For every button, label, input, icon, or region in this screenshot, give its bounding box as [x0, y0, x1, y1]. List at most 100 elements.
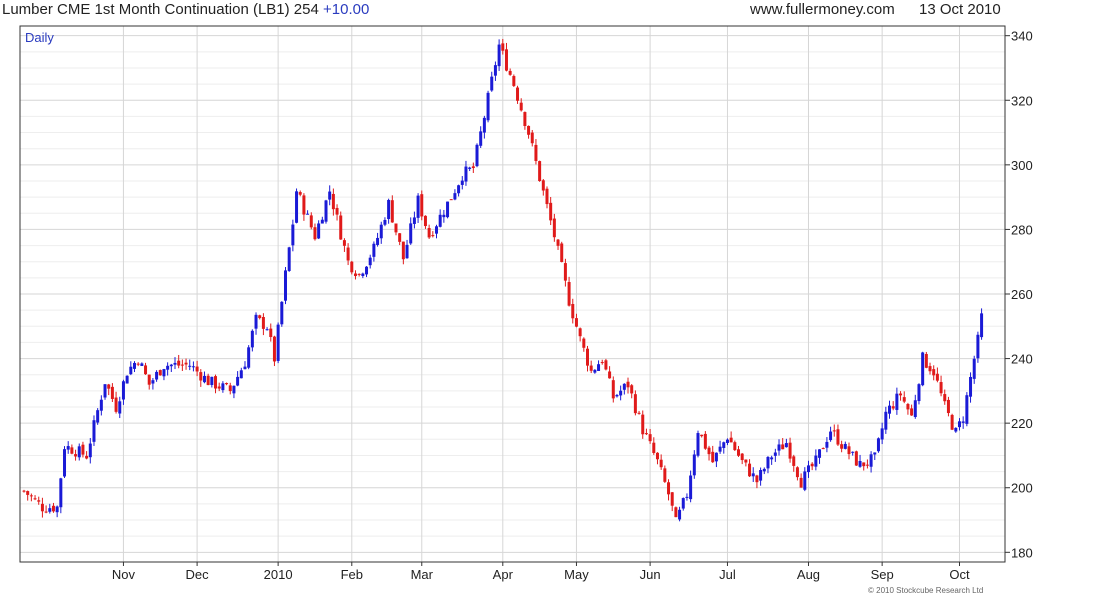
x-tick-label: Sep — [871, 567, 894, 582]
candle-body — [512, 76, 516, 86]
candle-body — [110, 386, 114, 399]
candle-body — [361, 273, 365, 276]
candle-body — [847, 446, 851, 455]
candle-body — [873, 452, 877, 455]
candle-body — [22, 490, 26, 492]
candle-body — [729, 437, 733, 443]
candle-body — [162, 369, 166, 377]
candle-body — [379, 224, 383, 239]
candle-body — [523, 112, 527, 126]
candle-body — [96, 410, 100, 423]
candle-body — [759, 470, 763, 481]
candle-body — [501, 43, 505, 51]
candle-body — [324, 200, 328, 222]
candle-body — [320, 219, 324, 224]
candle-body — [173, 362, 177, 365]
candle-body — [434, 226, 438, 234]
candle-body — [272, 336, 276, 362]
candle-body — [578, 328, 582, 337]
candle-body — [552, 218, 556, 238]
y-tick-label: 300 — [1011, 158, 1033, 173]
candle-body — [615, 395, 619, 397]
period-label: Daily — [25, 30, 54, 45]
candle-body — [195, 366, 199, 372]
candle-body — [678, 509, 682, 520]
candle-body — [980, 313, 984, 338]
y-tick-label: 180 — [1011, 545, 1033, 560]
candle-body — [932, 369, 936, 376]
candle-body — [331, 193, 335, 210]
candle-body — [287, 247, 291, 271]
candle-body — [453, 193, 457, 200]
y-tick-label: 320 — [1011, 93, 1033, 108]
candle-body — [103, 384, 107, 398]
candle-body — [597, 364, 601, 371]
candle-body — [158, 370, 162, 376]
candle-body — [254, 314, 258, 329]
y-tick-label: 240 — [1011, 352, 1033, 367]
candle-body — [792, 456, 796, 466]
candle-body — [66, 446, 70, 450]
candle-body — [663, 468, 667, 482]
candle-body — [59, 478, 63, 508]
y-tick-label: 220 — [1011, 416, 1033, 431]
candle-body — [423, 215, 427, 227]
candle-body — [685, 496, 689, 498]
candle-body — [398, 233, 402, 242]
candle-body — [118, 401, 122, 414]
candle-body — [858, 460, 862, 467]
x-tick-label: 2010 — [264, 567, 293, 582]
y-tick-label: 340 — [1011, 29, 1033, 44]
candle-body — [884, 411, 888, 430]
candle-body — [527, 125, 531, 135]
candle-body — [468, 167, 472, 169]
candle-body — [427, 228, 431, 238]
candle-body — [169, 364, 173, 367]
candle-body — [166, 365, 170, 370]
candle-body — [869, 454, 873, 467]
x-tick-label: Apr — [493, 567, 514, 582]
candle-body — [818, 449, 822, 458]
candle-body — [641, 414, 645, 435]
candle-body — [236, 376, 240, 386]
candle-body — [770, 457, 774, 460]
candle-body — [217, 386, 221, 389]
candle-body — [969, 376, 973, 397]
candle-body — [832, 430, 836, 432]
candle-body — [545, 188, 549, 205]
candle-body — [659, 459, 663, 468]
candle-body — [232, 385, 236, 394]
candle-body — [55, 506, 59, 513]
candle-body — [924, 353, 928, 368]
x-tick-label: Jun — [640, 567, 661, 582]
candle-body — [92, 420, 96, 442]
candle-body — [372, 243, 376, 257]
candle-body — [644, 433, 648, 435]
candle-body — [353, 273, 357, 277]
candle-body — [696, 433, 700, 456]
candle-body — [888, 405, 892, 414]
candle-body — [81, 444, 85, 455]
candle-body — [854, 451, 858, 466]
candle-body — [574, 318, 578, 327]
candle-body — [350, 261, 354, 273]
candle-body — [582, 338, 586, 348]
candle-body — [40, 503, 44, 512]
candle-body — [409, 223, 413, 244]
candle-body — [471, 166, 475, 169]
candle-body — [493, 65, 497, 76]
candle-body — [619, 390, 623, 396]
candle-body — [26, 491, 30, 495]
candle-body — [744, 459, 748, 463]
candle-body — [504, 49, 508, 71]
candle-body — [479, 131, 483, 146]
candle-body — [637, 412, 641, 414]
candle-body — [221, 383, 225, 391]
candle-body — [51, 505, 55, 512]
candle-body — [972, 358, 976, 379]
candle-body — [85, 455, 89, 459]
candle-body — [457, 185, 461, 194]
candle-body — [560, 243, 564, 263]
candle-body — [519, 102, 523, 111]
candle-body — [420, 194, 424, 217]
